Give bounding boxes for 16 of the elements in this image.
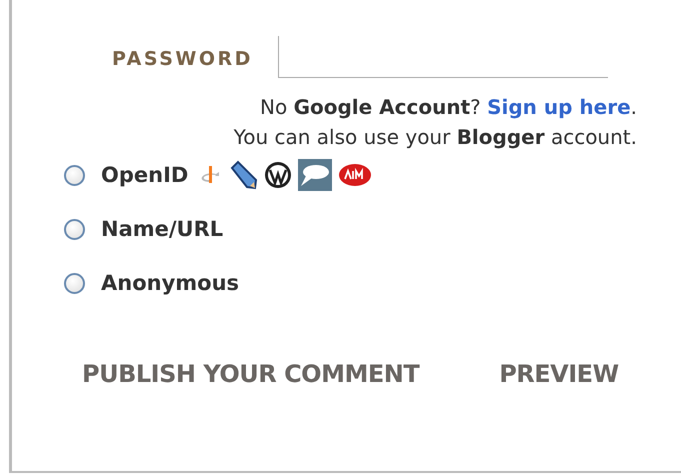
sign-up-link[interactable]: Sign up here: [487, 95, 631, 119]
preview-button[interactable]: PREVIEW: [499, 360, 619, 388]
account-note: You can also use your Blogger account.: [232, 124, 637, 151]
wordpress-icon: [264, 161, 292, 189]
pencil-icon: [228, 160, 258, 190]
publish-button[interactable]: PUBLISH YOUR COMMENT: [82, 360, 420, 388]
option-label: Anonymous: [101, 271, 240, 295]
account-note: No Google Account? Sign up here.: [259, 94, 637, 121]
radio-button[interactable]: [64, 218, 85, 240]
field-label: PASSWORD: [112, 48, 253, 72]
option-label: OpenID: [101, 163, 188, 187]
aim-icon: [338, 163, 372, 187]
speech-bubble-icon: [298, 159, 332, 191]
radio-button[interactable]: [64, 272, 85, 294]
radio-button[interactable]: [64, 164, 85, 186]
option-label: Name/URL: [101, 217, 224, 241]
